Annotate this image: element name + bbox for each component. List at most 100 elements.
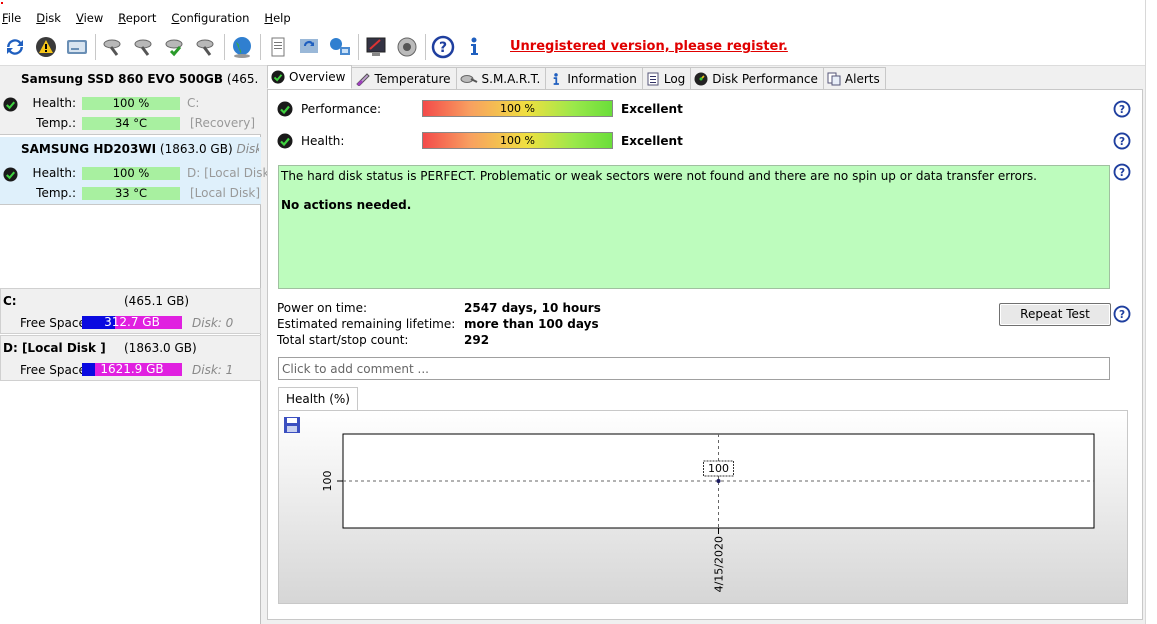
thermometer-icon — [355, 72, 370, 86]
health-bar: 100 % — [82, 97, 180, 110]
menu-file[interactable]: File — [0, 11, 32, 25]
alerts-icon — [827, 72, 841, 85]
volume-disk: Disk: 0 — [192, 316, 234, 330]
tab-health-chart[interactable]: Health (%) — [278, 387, 358, 410]
disk-tool-2-button[interactable] — [131, 33, 157, 61]
alert-button[interactable] — [33, 33, 59, 61]
performance-rating: Excellent — [621, 102, 683, 116]
help-button[interactable]: ? — [430, 33, 456, 61]
power-on-label: Power on time: — [277, 301, 368, 315]
disk-card[interactable]: SAMSUNG HD203WI (1863.0 GB) Disk: 1 Heal… — [0, 137, 269, 205]
volume-card[interactable]: D: [Local Disk ] (1863.0 GB) Free Space … — [0, 335, 261, 381]
sound-button[interactable] — [394, 33, 420, 61]
tab-log[interactable]: Log — [641, 67, 692, 89]
speaker-icon — [397, 37, 417, 56]
network-button[interactable] — [327, 33, 353, 61]
health-label: Health: — [32, 96, 76, 110]
tab-information[interactable]: Information — [545, 67, 643, 89]
menu-report[interactable]: Report — [114, 11, 167, 25]
status-message-box: The hard disk status is PERFECT. Problem… — [278, 165, 1110, 289]
help-icon[interactable]: ? — [1113, 163, 1131, 181]
tab-temperature[interactable]: Temperature — [350, 67, 457, 89]
start-stop-label: Total start/stop count: — [277, 333, 409, 347]
svg-text:?: ? — [1119, 104, 1125, 116]
warning-disk-icon — [36, 36, 56, 57]
menu-help[interactable]: Help — [260, 11, 301, 25]
info-icon — [471, 37, 478, 55]
volume-size: (1863.0 GB) — [124, 341, 197, 355]
tools-button[interactable] — [363, 33, 389, 61]
free-space-bar: 312.7 GB — [82, 316, 182, 329]
document-icon — [271, 37, 285, 56]
tab-overview[interactable]: Overview — [267, 65, 352, 89]
partition-label: [Local Disk] — [190, 186, 261, 200]
health-bar: 100 % — [422, 132, 613, 149]
volume-name: C: — [3, 294, 17, 308]
tab-bar: Overview Temperature S.M.A.R.T. Informat… — [267, 65, 886, 89]
performance-icon — [694, 72, 708, 85]
health-rating: Excellent — [621, 134, 683, 148]
help-icon[interactable]: ? — [1113, 132, 1131, 150]
menu-view[interactable]: View — [72, 11, 114, 25]
start-stop-value: 292 — [464, 333, 490, 347]
data-label: 100 — [708, 462, 729, 475]
repeat-test-button[interactable]: Repeat Test — [999, 303, 1111, 326]
network-icon — [330, 37, 350, 55]
drive-letter: D: [Local Disk — [187, 166, 270, 180]
disk-card[interactable]: Samsung SSD 860 EVO 500GB (465.8 GB) D H… — [0, 67, 261, 135]
help-icon[interactable]: ? — [1113, 100, 1131, 118]
sync-button[interactable] — [296, 33, 322, 61]
volume-size: (465.1 GB) — [124, 294, 190, 308]
volume-name: D: [Local Disk ] — [3, 341, 106, 355]
disk-button[interactable] — [64, 33, 90, 61]
check-icon — [277, 133, 293, 149]
performance-label: Performance: — [301, 102, 382, 116]
disk-check-button[interactable] — [162, 33, 188, 61]
about-button[interactable] — [461, 33, 487, 61]
register-link[interactable]: Unregistered version, please register. — [510, 39, 788, 54]
log-icon — [647, 72, 659, 85]
svg-text:?: ? — [439, 40, 447, 56]
lifetime-value: more than 100 days — [464, 317, 599, 331]
tab-alerts[interactable]: Alerts — [822, 67, 886, 89]
disk-wrench-icon — [134, 39, 152, 56]
status-text: The hard disk status is PERFECT. Problem… — [281, 169, 1037, 183]
smart-icon — [460, 74, 477, 83]
comment-input[interactable] — [278, 357, 1110, 380]
help-icon[interactable]: ? — [1113, 305, 1131, 323]
monitor-tools-icon — [366, 37, 386, 56]
disk-wrench-icon — [103, 39, 121, 56]
power-on-value: 2547 days, 10 hours — [464, 301, 601, 315]
disk-tool-1-button[interactable] — [100, 33, 126, 61]
disk-wrench-icon — [196, 39, 214, 56]
health-bar: 100 % — [82, 167, 180, 180]
save-icon[interactable] — [284, 417, 300, 433]
x-tick-label: 4/15/2020 — [713, 536, 726, 592]
globe-icon — [233, 36, 251, 58]
temp-bar: 34 °C — [82, 117, 180, 130]
performance-bar: 100 % — [422, 100, 613, 117]
hard-disk-icon — [67, 39, 87, 54]
tab-smart[interactable]: S.M.A.R.T. — [455, 67, 547, 89]
red-marker — [1, 2, 3, 4]
check-icon — [277, 101, 293, 117]
free-space-label: Free Space — [20, 316, 86, 330]
volume-card[interactable]: C: (465.1 GB) Free Space 312.7 GB Disk: … — [0, 288, 261, 334]
web-button[interactable] — [229, 33, 255, 61]
health-label: Health: — [301, 134, 345, 148]
refresh-button[interactable] — [2, 33, 28, 61]
menu-disk[interactable]: Disk — [32, 11, 72, 25]
disk-tool-3-button[interactable] — [193, 33, 219, 61]
svg-text:?: ? — [1119, 309, 1125, 321]
temp-label: Temp.: — [36, 116, 76, 130]
tab-disk-performance[interactable]: Disk Performance — [690, 67, 824, 89]
volume-list: C: (465.1 GB) Free Space 312.7 GB Disk: … — [0, 281, 261, 381]
disk-list-panel: Samsung SSD 860 EVO 500GB (465.8 GB) D H… — [0, 67, 269, 624]
data-point — [716, 479, 721, 483]
menu-configuration[interactable]: Configuration — [167, 11, 260, 25]
volume-disk: Disk: 1 — [192, 363, 234, 377]
overview-panel: Performance: 100 % Excellent ? Health: 1… — [267, 89, 1143, 620]
report-button[interactable] — [265, 33, 291, 61]
y-tick-label: 100 — [321, 471, 334, 492]
svg-text:?: ? — [1119, 136, 1125, 148]
